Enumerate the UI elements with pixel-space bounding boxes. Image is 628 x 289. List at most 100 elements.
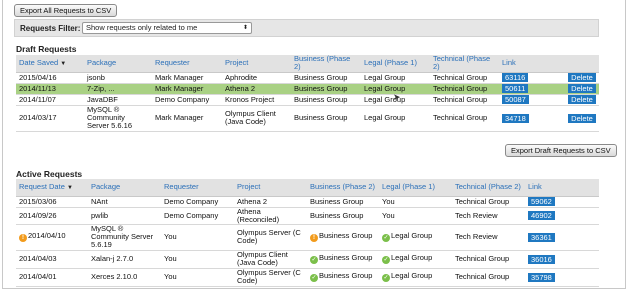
cell-technical: Tech Review xyxy=(452,224,525,251)
cell-project: Aphrodite xyxy=(222,72,291,84)
draft-header-row: Date Saved ▼ Package Requester Project B… xyxy=(16,55,599,73)
cell-link: 46902 xyxy=(525,207,599,225)
table-row[interactable]: 2015/04/16 jsonb Mark Manager Aphrodite … xyxy=(16,72,599,84)
cell-date: 2014/04/03 xyxy=(16,250,88,269)
draft-col-date[interactable]: Date Saved ▼ xyxy=(16,55,84,73)
cell-link: 50611 xyxy=(499,83,565,95)
cell-package: NAnt xyxy=(88,196,161,208)
cell-link: 35798 xyxy=(525,268,599,287)
draft-col-legal[interactable]: Legal (Phase 1) xyxy=(361,55,430,73)
cell-requester: Mark Manager xyxy=(152,83,222,95)
active-col-business[interactable]: Business (Phase 2) xyxy=(307,179,379,197)
delete-button[interactable]: Delete xyxy=(568,95,596,104)
cell-package: jsonb xyxy=(84,72,152,84)
table-row[interactable]: 2014/04/03 Xalan-j 2.7.0 You Olympus Cli… xyxy=(16,250,599,269)
cell-date: 2014/11/13 xyxy=(16,83,84,95)
draft-col-package[interactable]: Package xyxy=(84,55,152,73)
cell-requester: Demo Company xyxy=(152,94,222,106)
active-col-technical[interactable]: Technical (Phase 2) xyxy=(452,179,525,197)
cell-requester: Demo Company xyxy=(161,207,234,225)
export-all-csv-button[interactable]: Export All Requests to CSV xyxy=(14,4,118,17)
cell-date: 2014/03/17 xyxy=(16,105,84,132)
cell-business: ! Business Group xyxy=(307,224,379,251)
export-draft-csv-button[interactable]: Export Draft Requests to CSV xyxy=(505,144,617,157)
table-row[interactable]: 2014/03/17 MySQL ® Community Server 5.6.… xyxy=(16,105,599,132)
sort-down-icon: ▼ xyxy=(66,184,73,191)
cell-project: Kronos Project xyxy=(222,94,291,106)
request-link[interactable]: 50087 xyxy=(502,95,529,104)
select-arrows-icon: ⬍ xyxy=(242,25,248,31)
delete-button[interactable]: Delete xyxy=(568,73,596,82)
warning-icon: ! xyxy=(310,234,318,242)
cell-delete: Delete xyxy=(565,72,599,84)
table-row[interactable]: 2014/11/13 7-Zip, ... Mark Manager Athen… xyxy=(16,83,599,95)
table-row[interactable]: 2014/09/26 pwlib Demo Company Athena (Re… xyxy=(16,207,599,225)
cell-requester: You xyxy=(161,224,234,251)
cell-project: Olympus Server (C Code) xyxy=(234,224,307,251)
draft-col-project[interactable]: Project xyxy=(222,55,291,73)
cell-project: Athena 2 xyxy=(234,196,307,208)
cell-package: Xalan-j 2.7.0 xyxy=(88,250,161,269)
cell-business: Business Group xyxy=(307,196,379,208)
cell-requester: You xyxy=(161,250,234,269)
cell-link: 34718 xyxy=(499,105,565,132)
requests-filter-select[interactable]: Show requests only related to me ⬍ xyxy=(82,22,252,34)
table-row[interactable]: 2014/04/01 Xerces 2.10.0 You Olympus Ser… xyxy=(16,268,599,287)
draft-col-business[interactable]: Business (Phase 2) xyxy=(291,55,361,73)
active-requests-table: Request Date ▼ Package Requester Project… xyxy=(16,179,599,287)
request-link[interactable]: 34718 xyxy=(502,113,529,123)
cell-date: 2014/11/07 xyxy=(16,94,84,106)
request-link[interactable]: 50611 xyxy=(502,84,529,93)
cell-legal: Legal Group xyxy=(361,105,430,132)
cell-legal: ✓ Legal Group xyxy=(379,224,452,251)
request-link[interactable]: 46902 xyxy=(528,211,555,220)
table-row[interactable]: 2014/11/07 JavaDBF Demo Company Kronos P… xyxy=(16,94,599,106)
request-link[interactable]: 35798 xyxy=(528,272,555,282)
warning-icon: ! xyxy=(19,234,27,242)
active-requests-title: Active Requests xyxy=(16,169,83,179)
cell-link: 50087 xyxy=(499,94,565,106)
cell-business: Business Group xyxy=(291,105,361,132)
cell-technical: Technical Group xyxy=(452,250,525,269)
table-row[interactable]: 2015/03/06 NAnt Demo Company Athena 2 Bu… xyxy=(16,196,599,208)
filter-label: Requests Filter: xyxy=(20,24,81,33)
request-link[interactable]: 63116 xyxy=(502,73,529,82)
active-col-legal[interactable]: Legal (Phase 1) xyxy=(379,179,452,197)
request-link[interactable]: 36361 xyxy=(528,232,555,242)
draft-col-technical[interactable]: Technical (Phase 2) xyxy=(430,55,499,73)
draft-requests-title: Draft Requests xyxy=(16,44,77,54)
cell-project: Olympus Client (Java Code) xyxy=(234,250,307,269)
cell-date: 2014/09/26 xyxy=(16,207,88,225)
cell-technical: Technical Group xyxy=(452,196,525,208)
delete-button[interactable]: Delete xyxy=(568,113,596,123)
active-col-requester[interactable]: Requester xyxy=(161,179,234,197)
active-col-package[interactable]: Package xyxy=(88,179,161,197)
request-link[interactable]: 36016 xyxy=(528,254,555,264)
cell-package: pwlib xyxy=(88,207,161,225)
request-link[interactable]: 59062 xyxy=(528,197,555,206)
active-col-project[interactable]: Project xyxy=(234,179,307,197)
filter-bar: Requests Filter: Show requests only rela… xyxy=(14,19,599,37)
cell-package: MySQL ® Community Server 5.6.16 xyxy=(84,105,152,132)
active-col-date[interactable]: Request Date ▼ xyxy=(16,179,88,197)
check-icon: ✓ xyxy=(310,256,318,264)
cell-requester: Mark Manager xyxy=(152,105,222,132)
draft-col-link[interactable]: Link xyxy=(499,55,565,73)
draft-col-requester[interactable]: Requester xyxy=(152,55,222,73)
table-row[interactable]: ! 2014/04/10 MySQL ® Community Server 5.6… xyxy=(16,224,599,251)
cell-date: 2014/04/01 xyxy=(16,268,88,287)
cell-legal: ✓ Legal Group xyxy=(379,250,452,269)
check-icon: ✓ xyxy=(382,274,390,282)
active-header-row: Request Date ▼ Package Requester Project… xyxy=(16,179,599,197)
cell-business: Business Group xyxy=(307,207,379,225)
cell-technical: Technical Group xyxy=(452,268,525,287)
cell-business: ✓ Business Group xyxy=(307,250,379,269)
delete-button[interactable]: Delete xyxy=(568,84,596,93)
cell-link: 59062 xyxy=(525,196,599,208)
cell-package: JavaDBF xyxy=(84,94,152,106)
active-col-link[interactable]: Link xyxy=(525,179,599,197)
cell-delete: Delete xyxy=(565,105,599,132)
cell-project: Athena (Reconciled) xyxy=(234,207,307,225)
cell-requester: You xyxy=(161,268,234,287)
scrollbar[interactable] xyxy=(606,18,612,278)
